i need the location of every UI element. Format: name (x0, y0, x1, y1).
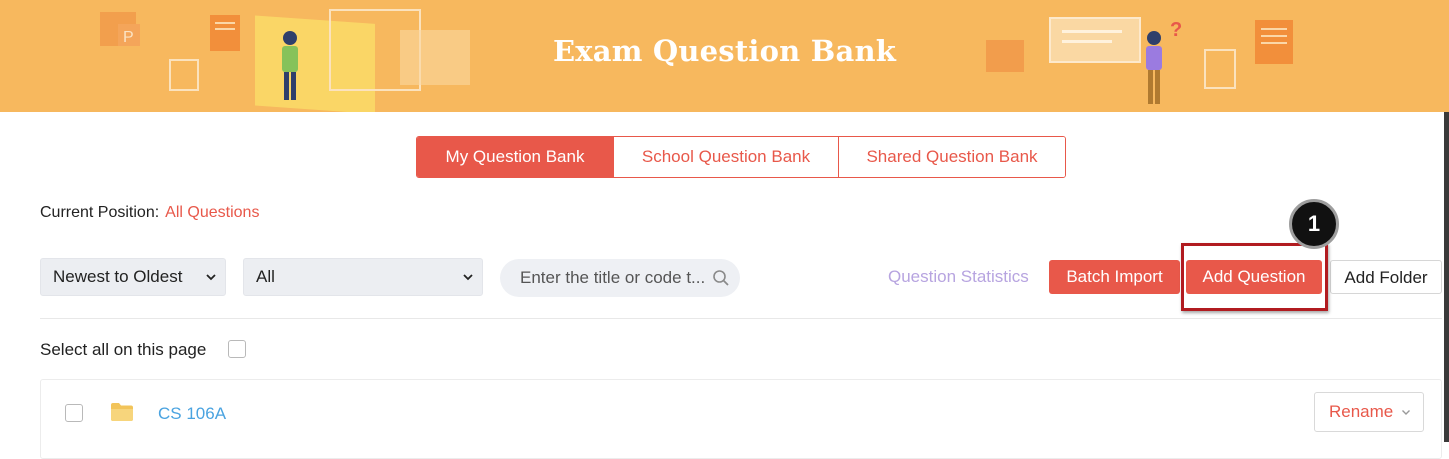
rename-dropdown-button[interactable]: Rename (1314, 392, 1424, 432)
category-select-value: All (256, 267, 275, 286)
step-number-badge: 1 (1289, 199, 1339, 249)
add-folder-button[interactable]: Add Folder (1330, 260, 1442, 294)
tab-shared-question-bank[interactable]: Shared Question Bank (838, 137, 1065, 177)
breadcrumb: Current Position: All Questions (40, 204, 259, 222)
batch-import-button[interactable]: Batch Import (1049, 260, 1180, 294)
list-item (40, 379, 1442, 459)
search-icon[interactable] (712, 269, 730, 287)
window-edge (1444, 112, 1449, 442)
breadcrumb-current[interactable]: All Questions (165, 204, 259, 221)
search-input[interactable] (520, 259, 716, 297)
header-banner: P Exam Question Bank ? (0, 0, 1449, 112)
category-select[interactable]: All (243, 258, 483, 296)
tab-school-question-bank[interactable]: School Question Bank (613, 137, 838, 177)
tab-my-question-bank[interactable]: My Question Bank (417, 137, 613, 177)
rename-label: Rename (1329, 402, 1394, 421)
select-all-checkbox[interactable] (228, 340, 246, 358)
chevron-down-icon (463, 274, 473, 281)
folder-icon (111, 403, 133, 421)
row-checkbox[interactable] (65, 404, 83, 422)
sort-select-value: Newest to Oldest (53, 267, 183, 286)
bank-tabs: My Question Bank School Question Bank Sh… (416, 136, 1066, 178)
search-box (500, 259, 740, 297)
breadcrumb-label: Current Position: (40, 204, 160, 221)
chevron-down-icon (206, 274, 216, 281)
chevron-down-icon (1402, 410, 1410, 415)
divider (40, 318, 1442, 319)
select-all-label: Select all on this page (40, 340, 207, 359)
question-statistics-link[interactable]: Question Statistics (888, 267, 1029, 287)
svg-text:?: ? (1170, 19, 1182, 41)
sort-select[interactable]: Newest to Oldest (40, 258, 226, 296)
step-highlight-box (1181, 243, 1328, 311)
banner-right-illustration: ? (986, 17, 1293, 104)
folder-name-link[interactable]: CS 106A (158, 404, 226, 424)
